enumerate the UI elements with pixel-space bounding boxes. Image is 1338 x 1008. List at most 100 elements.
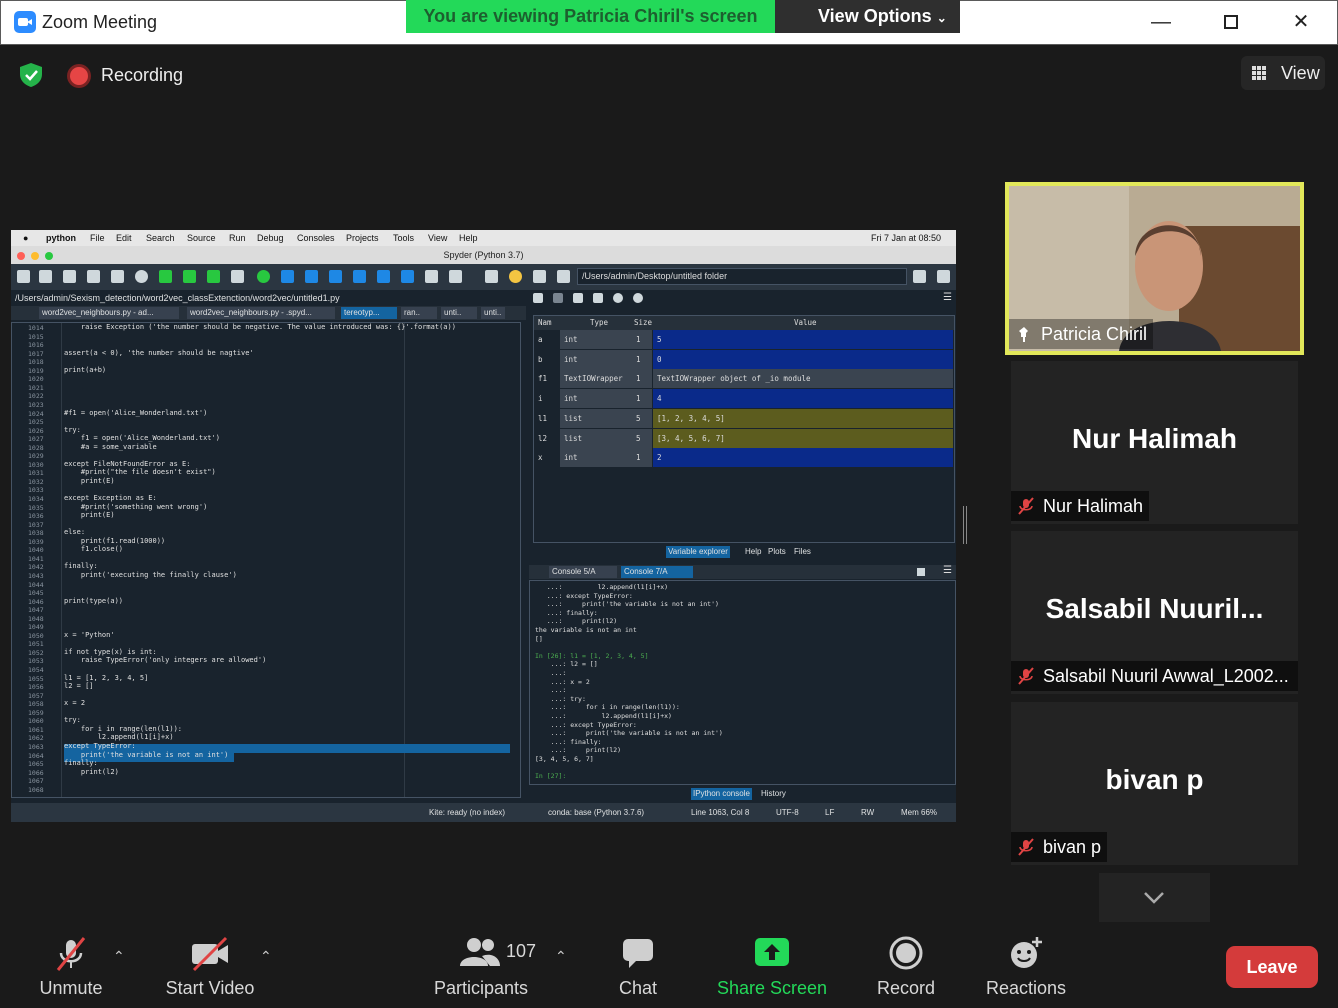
new-file-icon[interactable] [17, 270, 30, 283]
ipython-console[interactable]: ...: l2.append(l1[i]+x) ...: except Type… [529, 580, 956, 785]
step-return-icon[interactable] [353, 270, 366, 283]
participant-tile[interactable]: bivan p bivan p [1011, 702, 1298, 865]
menu-view[interactable]: View [428, 233, 447, 243]
minimize-button[interactable]: — [1146, 8, 1176, 36]
share-screen-button[interactable]: Share Screen [716, 922, 828, 1008]
leave-button[interactable]: Leave [1226, 946, 1318, 988]
shared-screen[interactable]: ● python File Edit Search Source Run Deb… [11, 230, 956, 822]
menu-search[interactable]: Search [146, 233, 175, 243]
active-speaker-video[interactable]: Patricia Chiril [1005, 182, 1304, 355]
audio-options-caret-icon[interactable]: ⌃ [113, 948, 125, 964]
participant-tile[interactable]: Salsabil Nuuril... Salsabil Nuuril Awwal… [1011, 531, 1298, 694]
step-into-icon[interactable] [329, 270, 342, 283]
menu-edit[interactable]: Edit [116, 233, 132, 243]
stop-console-icon[interactable] [917, 568, 925, 576]
search-icon[interactable] [613, 293, 623, 303]
menu-source[interactable]: Source [187, 233, 216, 243]
pane-menu-icon[interactable]: ☰ [943, 292, 952, 303]
menu-file[interactable]: File [90, 233, 105, 243]
mac-minimize-icon[interactable] [31, 252, 39, 260]
working-directory-field[interactable]: /Users/admin/Desktop/untitled folder [577, 268, 907, 285]
tab-files[interactable]: Files [792, 546, 813, 558]
menu-python[interactable]: python [46, 233, 76, 243]
tab-variable-explorer[interactable]: Variable explorer [666, 546, 730, 558]
folder-icon[interactable] [913, 270, 926, 283]
mac-zoom-icon[interactable] [45, 252, 53, 260]
col-value[interactable]: Value [794, 318, 817, 327]
start-video-button[interactable]: Start Video [160, 922, 260, 1008]
tab-help[interactable]: Help [743, 546, 763, 558]
variable-row[interactable]: l2 list 5 [3, 4, 5, 6, 7] [534, 428, 954, 448]
stop-icon[interactable] [401, 270, 414, 283]
editor-tab[interactable]: unti.. [441, 307, 477, 319]
variable-row[interactable]: a int 1 5 [534, 330, 954, 349]
menu-consoles[interactable]: Consoles [297, 233, 335, 243]
forward-arrow-icon[interactable] [557, 270, 570, 283]
variable-row[interactable]: f1 TextIOWrapper 1 TextIOWrapper object of … [534, 369, 954, 389]
menu-debug[interactable]: Debug [257, 233, 284, 243]
variable-row[interactable]: l1 list 5 [1, 2, 3, 4, 5] [534, 408, 954, 428]
video-options-caret-icon[interactable]: ⌃ [260, 948, 272, 964]
continue-icon[interactable] [377, 270, 390, 283]
save-as-icon[interactable] [573, 293, 583, 303]
import-data-icon[interactable] [533, 293, 543, 303]
console-menu-icon[interactable]: ☰ [943, 565, 952, 576]
col-type[interactable]: Type [590, 318, 608, 327]
unmute-button[interactable]: Unmute [28, 922, 114, 1008]
editor-tab[interactable]: ran.. [401, 307, 437, 319]
tab-history[interactable]: History [759, 788, 788, 800]
run-icon[interactable] [159, 270, 172, 283]
save-icon[interactable] [63, 270, 76, 283]
maximize-pane-icon[interactable] [425, 270, 438, 283]
record-button[interactable]: Record [872, 922, 940, 1008]
participants-caret-icon[interactable]: ⌃ [555, 948, 567, 964]
python-icon[interactable] [509, 270, 522, 283]
recording-icon[interactable] [70, 67, 88, 85]
shield-icon[interactable] [18, 62, 44, 88]
variable-row[interactable]: b int 1 0 [534, 349, 954, 369]
tab-console-5[interactable]: Console 5/A [549, 566, 617, 578]
variable-table[interactable]: Nam Type Size Value a int 1 5 b int 1 0 f1 TextIO… [533, 315, 955, 543]
run-selection-icon[interactable] [231, 270, 244, 283]
up-arrow-icon[interactable] [937, 270, 950, 283]
save-all-icon[interactable] [87, 270, 100, 283]
chat-button[interactable]: Chat [608, 922, 668, 1008]
scroll-down-button[interactable] [1099, 873, 1210, 923]
at-icon[interactable] [135, 270, 148, 283]
step-icon[interactable] [305, 270, 318, 283]
tab-plots[interactable]: Plots [766, 546, 788, 558]
menu-help[interactable]: Help [459, 233, 478, 243]
participants-button[interactable]: 107 Participants [430, 922, 536, 1008]
outline-icon[interactable] [111, 270, 124, 283]
editor-tab-active[interactable]: tereotyp... [341, 307, 397, 319]
editor-tab[interactable]: word2vec_neighbours.py - .spyd... [187, 307, 335, 319]
maximize-button[interactable] [1216, 8, 1246, 36]
reactions-button[interactable]: Reactions [982, 922, 1070, 1008]
col-size[interactable]: Size [634, 318, 652, 327]
open-file-icon[interactable] [39, 270, 52, 283]
debug-icon[interactable] [281, 270, 294, 283]
participant-tile[interactable]: Nur Halimah Nur Halimah [1011, 361, 1298, 524]
tab-console-7[interactable]: Console 7/A [621, 566, 693, 578]
save-data-icon[interactable] [553, 293, 563, 303]
variable-row[interactable]: x int 1 2 [534, 448, 954, 468]
menu-tools[interactable]: Tools [393, 233, 414, 243]
eraser-icon[interactable] [593, 293, 603, 303]
rerun-icon[interactable] [257, 270, 270, 283]
refresh-icon[interactable] [633, 293, 643, 303]
mac-close-icon[interactable] [17, 252, 25, 260]
close-button[interactable]: ✕ [1286, 8, 1316, 36]
panel-splitter-handle[interactable] [963, 506, 967, 544]
col-name[interactable]: Nam [538, 318, 552, 327]
fullscreen-icon[interactable] [449, 270, 462, 283]
menu-run[interactable]: Run [229, 233, 246, 243]
wrench-icon[interactable] [485, 270, 498, 283]
tab-ipython-console[interactable]: IPython console [691, 788, 752, 800]
view-options-button[interactable]: View Options ⌄ [775, 0, 960, 33]
editor-tab[interactable]: word2vec_neighbours.py - ad... [39, 307, 179, 319]
variable-row[interactable]: i int 1 4 [534, 389, 954, 409]
menu-projects[interactable]: Projects [346, 233, 379, 243]
run-cell-advance-icon[interactable] [207, 270, 220, 283]
back-arrow-icon[interactable] [533, 270, 546, 283]
editor-tab[interactable]: unti.. [481, 307, 505, 319]
